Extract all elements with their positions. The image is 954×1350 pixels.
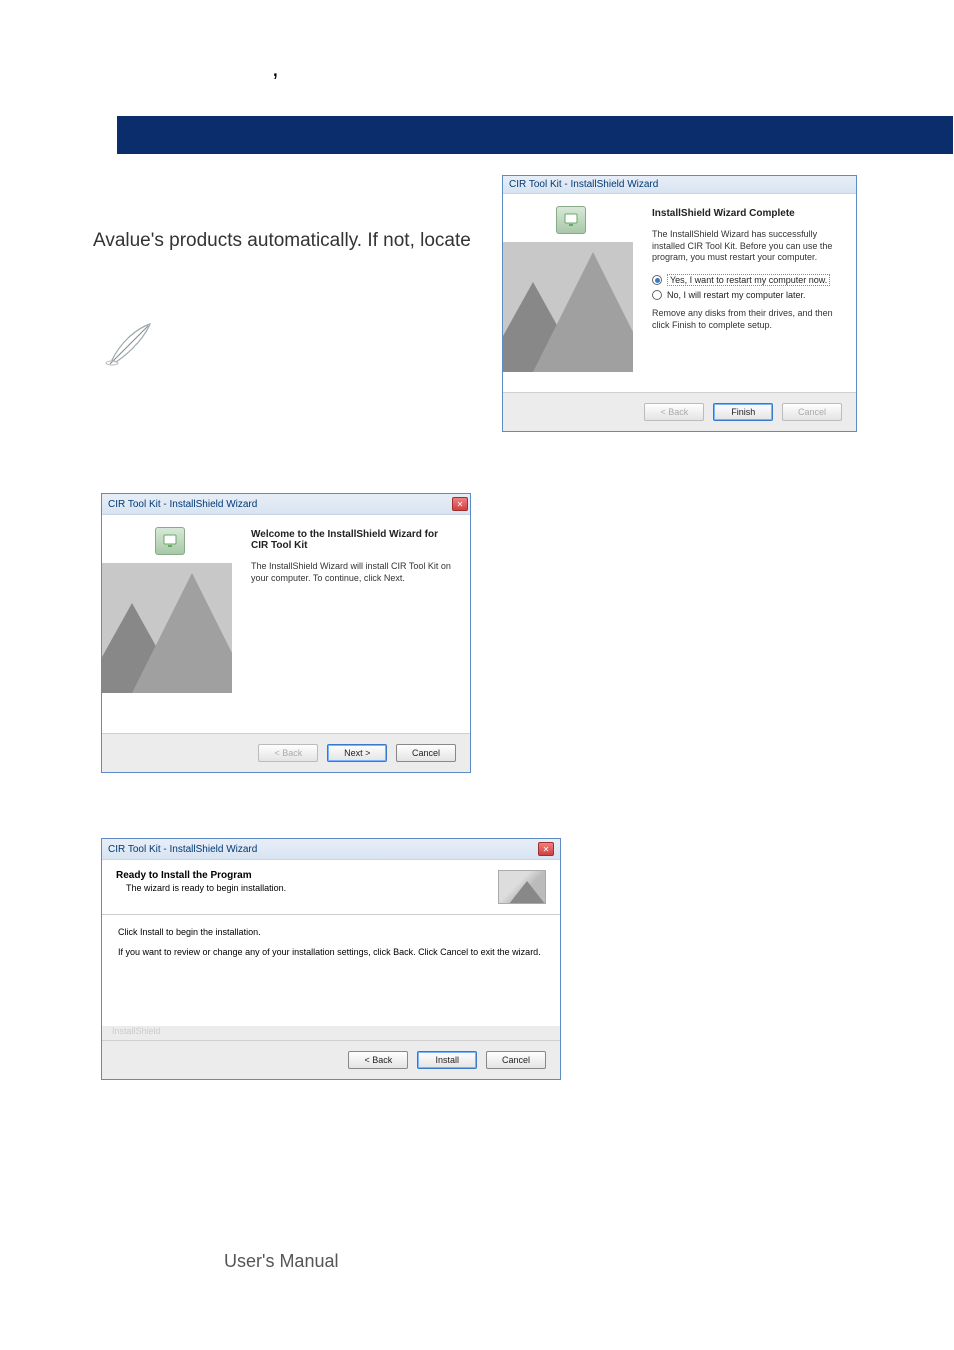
back-button: < Back [644,403,704,421]
dialog-welcome: CIR Tool Kit - InstallShield Wizard ✕ We… [101,493,471,773]
footer-text: User's Manual [224,1251,338,1272]
cancel-button[interactable]: Cancel [396,744,456,762]
dialog-header: Ready to Install the Program The wizard … [102,860,560,915]
blue-band [117,116,953,154]
ready-text2: If you want to review or change any of y… [118,947,544,959]
button-bar: < Back Install Cancel [102,1040,560,1079]
wizard-sidebar [102,515,237,733]
restart-no-radio[interactable]: No, I will restart my computer later. [652,290,838,300]
wizard-sidebar [503,194,638,392]
titlebar: CIR Tool Kit - InstallShield Wizard ✕ [102,494,470,515]
cancel-button: Cancel [782,403,842,421]
instruction-text: Avalue's products automatically. If not,… [93,230,471,252]
button-bar: < Back Next > Cancel [102,733,470,772]
dialog-ready: CIR Tool Kit - InstallShield Wizard ✕ Re… [101,838,561,1080]
button-bar: < Back Finish Cancel [503,392,856,431]
installshield-label: InstallShield [102,1026,560,1040]
ready-text1: Click Install to begin the installation. [118,927,544,939]
dialog-title: CIR Tool Kit - InstallShield Wizard [108,844,257,855]
top-quote: , [272,55,279,83]
header-graphic [498,870,546,904]
titlebar: CIR Tool Kit - InstallShield Wizard [503,176,856,194]
dialog-title: CIR Tool Kit - InstallShield Wizard [108,499,257,510]
wizard-graphic [503,242,633,372]
ready-subtitle: The wizard is ready to begin installatio… [126,883,286,893]
ready-heading: Ready to Install the Program [116,870,286,881]
feather-icon [104,320,156,373]
dialog-complete: CIR Tool Kit - InstallShield Wizard Inst… [502,175,857,432]
restart-yes-radio[interactable]: Yes, I want to restart my computer now. [652,274,838,286]
radio-icon [652,275,662,285]
close-icon[interactable]: ✕ [452,497,468,511]
complete-text: The InstallShield Wizard has successfull… [652,229,838,264]
radio-icon [652,290,662,300]
computer-icon [155,527,185,555]
radio-label: Yes, I want to restart my computer now. [667,274,830,286]
complete-heading: InstallShield Wizard Complete [652,208,838,219]
dialog-title: CIR Tool Kit - InstallShield Wizard [509,179,658,190]
back-button[interactable]: < Back [348,1051,408,1069]
remove-disks-text: Remove any disks from their drives, and … [652,308,838,331]
welcome-text: The InstallShield Wizard will install CI… [251,561,452,584]
back-button: < Back [258,744,318,762]
finish-button[interactable]: Finish [713,403,773,421]
computer-icon [556,206,586,234]
welcome-heading: Welcome to the InstallShield Wizard for … [251,529,452,551]
dialog-body: Click Install to begin the installation.… [102,915,560,1026]
next-button[interactable]: Next > [327,744,387,762]
wizard-graphic [102,563,232,693]
cancel-button[interactable]: Cancel [486,1051,546,1069]
radio-label: No, I will restart my computer later. [667,290,806,300]
close-icon[interactable]: ✕ [538,842,554,856]
titlebar: CIR Tool Kit - InstallShield Wizard ✕ [102,839,560,860]
install-button[interactable]: Install [417,1051,477,1069]
